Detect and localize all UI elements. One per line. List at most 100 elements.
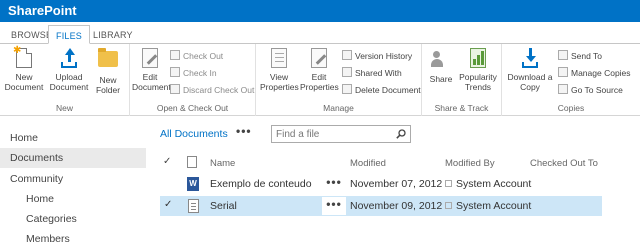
row-menu-ellipsis[interactable]: ••• xyxy=(322,197,346,215)
ribbon-group-new: ✱ New Document Upload Document New Folde… xyxy=(0,44,130,116)
go-to-source-icon xyxy=(558,84,568,94)
version-history-label: Version History xyxy=(355,51,413,61)
popularity-trends-label: Popularity Trends xyxy=(459,72,497,92)
check-in-icon xyxy=(170,67,180,77)
nav-item-documents[interactable]: Documents xyxy=(0,148,146,168)
row-modified-by[interactable]: System Account xyxy=(445,200,531,212)
nav-item-categories[interactable]: Categories xyxy=(0,209,146,229)
folder-icon xyxy=(97,48,119,73)
suite-bar: SharePoint xyxy=(0,0,640,22)
ribbon-group-copies: Download a Copy Send To Manage Copies Go… xyxy=(502,44,640,116)
row-selected-checkmark[interactable]: ✓ xyxy=(164,199,172,210)
nav-item-home[interactable]: Home xyxy=(0,128,146,148)
column-header-modified-by[interactable]: Modified By xyxy=(445,158,495,169)
row-name[interactable]: Serial xyxy=(210,200,237,212)
ribbon-group-manage: View Properties Edit Properties Version … xyxy=(256,44,422,116)
popularity-trends-icon xyxy=(467,48,489,70)
group-label-open-check-out: Open & Check Out xyxy=(156,103,229,113)
file-type-header-icon xyxy=(187,156,197,168)
upload-document-button[interactable]: Upload Document xyxy=(48,48,90,92)
check-in-button[interactable]: Check In xyxy=(170,65,217,81)
upload-icon xyxy=(58,48,80,70)
discard-check-out-icon xyxy=(170,84,180,94)
group-label-copies: Copies xyxy=(557,103,585,113)
nav-item-members[interactable]: Members xyxy=(0,229,146,245)
column-header-modified[interactable]: Modified xyxy=(350,158,386,169)
nav-item-community-home[interactable]: Home xyxy=(0,189,146,209)
edit-properties-label: Edit Properties xyxy=(300,72,339,92)
new-folder-button[interactable]: New Folder xyxy=(90,48,126,95)
ribbon-group-share-track: Share Popularity Trends Share & Track xyxy=(422,44,502,116)
table-row[interactable]: W Exemplo de conteudo ••• November 07, 2… xyxy=(160,174,602,194)
row-modified: November 07, 2012 xyxy=(350,178,443,190)
shared-with-button[interactable]: Shared With xyxy=(342,65,402,81)
ribbon: ✱ New Document Upload Document New Folde… xyxy=(0,44,640,116)
version-history-icon xyxy=(342,50,352,60)
presence-indicator-icon xyxy=(445,202,452,209)
share-icon xyxy=(430,50,452,72)
search-box xyxy=(271,125,411,143)
word-document-icon: W xyxy=(187,177,199,191)
table-row-selected[interactable]: ✓ Serial ••• November 09, 2012 System Ac… xyxy=(160,196,602,216)
new-document-button[interactable]: ✱ New Document xyxy=(2,46,46,93)
check-in-label: Check In xyxy=(183,68,217,78)
row-modified-by-label: System Account xyxy=(456,178,532,190)
group-label-manage: Manage xyxy=(323,103,354,113)
row-modified-by[interactable]: System Account xyxy=(445,178,531,190)
column-header-checked-out-to[interactable]: Checked Out To xyxy=(530,158,598,169)
group-label-share-track: Share & Track xyxy=(434,103,489,113)
download-copy-button[interactable]: Download a Copy xyxy=(506,48,554,92)
manage-copies-label: Manage Copies xyxy=(571,68,631,78)
go-to-source-button[interactable]: Go To Source xyxy=(558,82,623,98)
new-folder-label: New Folder xyxy=(95,75,121,95)
search-input[interactable] xyxy=(272,126,390,142)
check-out-icon xyxy=(170,50,180,60)
row-modified: November 09, 2012 xyxy=(350,200,443,212)
shared-with-label: Shared With xyxy=(355,68,402,78)
manage-copies-button[interactable]: Manage Copies xyxy=(558,65,631,81)
new-document-icon: ✱ xyxy=(13,46,35,70)
tab-files[interactable]: FILES xyxy=(48,25,91,44)
send-to-button[interactable]: Send To xyxy=(558,48,602,64)
row-name[interactable]: Exemplo de conteudo xyxy=(210,178,312,190)
check-out-button[interactable]: Check Out xyxy=(170,48,223,64)
check-out-label: Check Out xyxy=(183,51,224,61)
view-properties-button[interactable]: View Properties xyxy=(260,48,299,92)
delete-document-button[interactable]: Delete Document xyxy=(342,82,421,98)
new-document-label: New Document xyxy=(4,72,44,92)
edit-properties-button[interactable]: Edit Properties xyxy=(300,48,339,92)
discard-check-out-button[interactable]: Discard Check Out xyxy=(170,82,254,98)
row-menu-ellipsis[interactable]: ••• xyxy=(322,175,346,193)
edit-document-button[interactable]: Edit Document xyxy=(132,48,171,92)
ribbon-tabs: BROWSE FILES LIBRARY xyxy=(0,22,640,44)
share-label: Share xyxy=(429,74,453,84)
share-button[interactable]: Share xyxy=(428,48,454,84)
edit-properties-icon xyxy=(308,48,330,70)
column-header-name[interactable]: Name xyxy=(210,158,235,169)
text-file-icon xyxy=(188,199,199,213)
shared-with-icon xyxy=(342,67,352,77)
row-modified-by-label: System Account xyxy=(456,200,532,212)
download-copy-label: Download a Copy xyxy=(507,72,553,92)
popularity-trends-button[interactable]: Popularity Trends xyxy=(456,48,500,92)
go-to-source-label: Go To Source xyxy=(571,85,623,95)
presence-indicator-icon xyxy=(445,180,452,187)
app-brand[interactable]: SharePoint xyxy=(8,3,77,18)
search-icon[interactable] xyxy=(396,129,406,139)
view-menu-ellipsis[interactable]: ••• xyxy=(236,124,252,138)
manage-copies-icon xyxy=(558,67,568,77)
tab-library[interactable]: LIBRARY xyxy=(86,25,140,44)
edit-document-icon xyxy=(139,48,161,70)
discard-check-out-label: Discard Check Out xyxy=(183,85,255,95)
send-to-icon xyxy=(558,50,568,60)
delete-document-label: Delete Document xyxy=(355,85,421,95)
nav-item-community[interactable]: Community xyxy=(0,169,146,189)
select-all-checkmark[interactable]: ✓ xyxy=(163,156,171,167)
edit-document-label: Edit Document xyxy=(132,72,171,92)
view-properties-icon xyxy=(268,48,290,70)
download-icon xyxy=(519,48,541,70)
version-history-button[interactable]: Version History xyxy=(342,48,412,64)
upload-document-label: Upload Document xyxy=(49,72,89,92)
view-all-documents-link[interactable]: All Documents xyxy=(160,128,228,140)
send-to-label: Send To xyxy=(571,51,603,61)
